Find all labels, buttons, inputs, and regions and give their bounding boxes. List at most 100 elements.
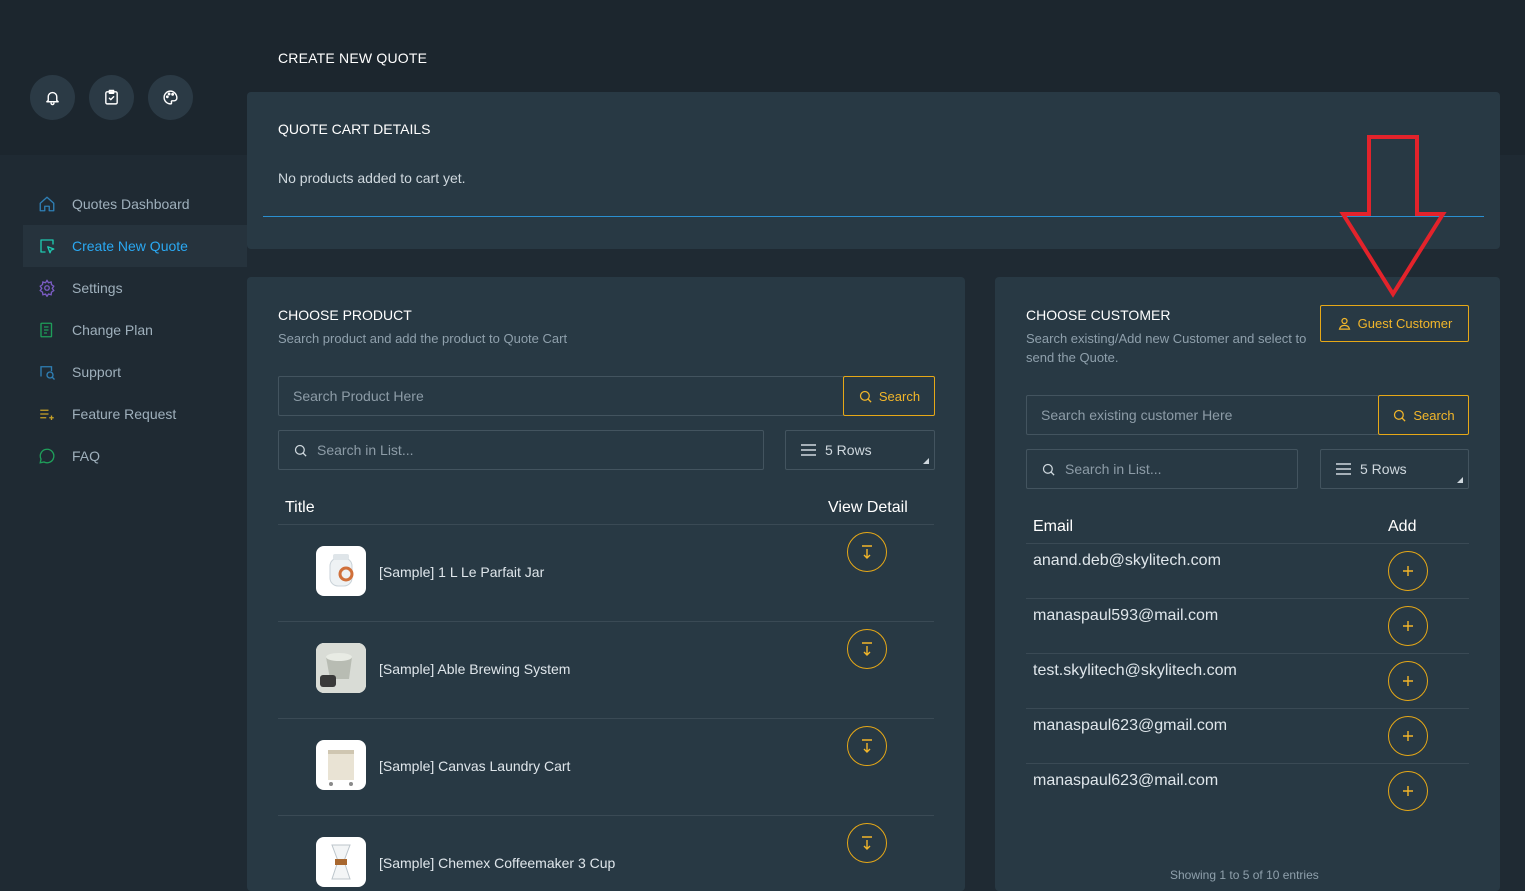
plan-icon [40,322,53,338]
search-button-label: Search [878,388,921,404]
choose-product-card: CHOOSE PRODUCT Search product and add th… [247,277,965,891]
plus-icon [1403,786,1413,796]
chat-search-icon [40,366,55,380]
add-customer-button[interactable] [1388,771,1428,811]
theme-button[interactable] [148,75,193,120]
sidebar-item-label: FAQ [72,448,101,464]
download-arrow-icon [862,739,872,753]
jar-image [329,554,354,587]
download-arrow-icon [862,836,872,850]
cart-empty-text: No products added to cart yet. [278,170,466,186]
rows-label: 5 Rows [1360,461,1407,477]
sidebar-item-label: Change Plan [72,322,153,338]
add-customer-button[interactable] [1388,551,1428,591]
customer-list-search-input[interactable]: Search in List... [1026,449,1298,489]
brewing-system-image [316,643,366,693]
sidebar-item-feature-request[interactable]: Feature Request [23,393,247,435]
product-rows-select[interactable]: 5 Rows [785,430,935,470]
customer-search-placeholder: Search existing customer Here [1041,407,1233,423]
row-divider [1026,708,1469,709]
sidebar-item-create-new-quote[interactable]: Create New Quote [23,225,247,267]
resize-corner-icon [1457,477,1463,483]
product-title: [Sample] Canvas Laundry Cart [379,758,571,774]
page-title: CREATE NEW QUOTE [278,50,428,66]
add-customer-button[interactable] [1388,606,1428,646]
row-divider [1026,598,1469,599]
product-thumbnail [316,643,366,693]
plus-icon [1403,676,1413,686]
sidebar-item-faq[interactable]: FAQ [23,435,247,477]
add-customer-button[interactable] [1388,661,1428,701]
customer-email: anand.deb@skylitech.com [1033,552,1221,569]
table-header-divider [278,524,934,525]
column-header-add: Add [1388,518,1417,535]
home-icon [39,196,55,212]
customer-email: manaspaul623@gmail.com [1033,717,1228,734]
sidebar-item-label: Settings [72,280,123,296]
cursor-window-icon [40,239,55,254]
annotation-arrow-icon [1339,135,1447,298]
customer-search-button[interactable]: Search [1378,395,1469,435]
plus-icon [1403,566,1413,576]
product-title: [Sample] Chemex Coffeemaker 3 Cup [379,855,616,871]
sidebar-item-support[interactable]: Support [23,351,247,393]
customer-email: test.skylitech@skylitech.com [1033,662,1237,679]
column-header-title: Title [285,499,315,516]
guest-customer-label: Guest Customer [1357,316,1453,331]
laundry-cart-image [328,750,354,786]
coffeemaker-image [331,844,351,880]
sidebar-item-label: Quotes Dashboard [72,196,190,212]
download-arrow-icon [862,545,872,559]
view-detail-button[interactable] [847,532,887,572]
customer-rows-select[interactable]: 5 Rows [1320,449,1469,489]
row-divider [1026,653,1469,654]
row-divider [278,718,934,719]
sidebar-item-settings[interactable]: Settings [23,267,247,309]
product-thumbnail [316,546,366,596]
add-customer-button[interactable] [1388,716,1428,756]
search-icon [1394,409,1406,422]
view-detail-button[interactable] [847,823,887,863]
sidebar-item-quotes-dashboard[interactable]: Quotes Dashboard [23,183,247,225]
sidebar-item-label: Feature Request [72,406,177,422]
choose-product-title: CHOOSE PRODUCT [278,307,412,323]
tasks-button[interactable] [89,75,134,120]
row-divider [278,815,934,816]
product-list-search-input[interactable]: Search in List... [278,430,764,470]
gear-icon [39,279,55,297]
sidebar-nav: Quotes Dashboard Create New Quote Settin… [23,183,247,477]
menu-icon [801,444,816,456]
search-icon [1042,463,1055,476]
resize-corner-icon [923,458,929,464]
choose-customer-subtitle-line1: Search existing/Add new Customer and sel… [1026,331,1307,346]
view-detail-button[interactable] [847,726,887,766]
search-button-label: Search [1413,407,1455,423]
view-detail-button[interactable] [847,629,887,669]
sidebar-item-label: Support [72,364,122,380]
list-add-icon [40,409,54,420]
sidebar-item-change-plan[interactable]: Change Plan [23,309,247,351]
download-arrow-icon [862,642,872,656]
product-search-input[interactable]: Search Product Here [278,376,844,416]
notifications-button[interactable] [30,75,75,120]
pagination-info: Showing 1 to 5 of 10 entries [1170,868,1319,882]
quote-cart-card: QUOTE CART DETAILS No products added to … [247,92,1500,249]
choose-customer-card: CHOOSE CUSTOMER Search existing/Add new … [995,277,1500,891]
product-search-placeholder: Search Product Here [293,388,424,404]
customer-search-input[interactable]: Search existing customer Here [1026,395,1379,435]
row-divider [1026,763,1469,764]
list-search-placeholder: Search in List... [1065,461,1162,477]
product-search-button[interactable]: Search [843,376,935,416]
quote-cart-title: QUOTE CART DETAILS [278,121,431,137]
product-thumbnail [316,837,366,887]
palette-icon [163,90,178,105]
plus-icon [1403,621,1413,631]
product-thumbnail [316,740,366,790]
user-icon [1338,317,1350,330]
column-header-view-detail: View Detail [828,499,908,516]
table-header-divider [1026,543,1469,544]
search-icon [294,444,307,457]
guest-customer-button[interactable]: Guest Customer [1320,305,1469,342]
search-icon [859,390,872,403]
menu-icon [1336,463,1351,475]
